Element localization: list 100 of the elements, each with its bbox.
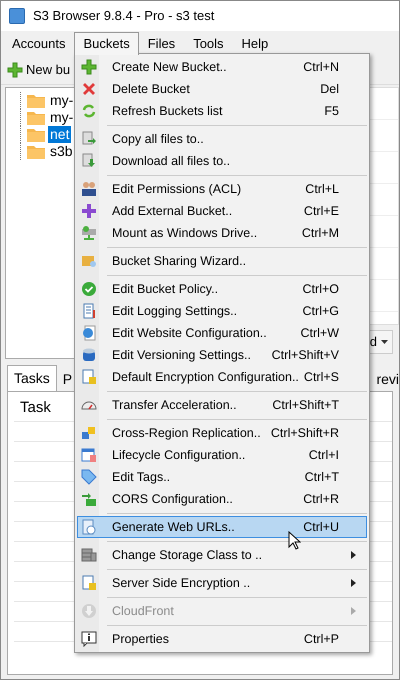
menu-entry[interactable]: Edit Website Configuration.. Ctrl+W xyxy=(77,322,367,344)
database-icon xyxy=(81,347,97,363)
shortcut-label: Ctrl+O xyxy=(302,280,339,298)
plus-icon xyxy=(81,203,97,219)
check-icon xyxy=(81,281,97,297)
menu-label: Server Side Encryption .. xyxy=(112,574,250,592)
menu-label: Copy all files to.. xyxy=(112,130,204,148)
download-icon xyxy=(81,603,97,619)
menu-entry[interactable]: Lifecycle Configuration.. Ctrl+I xyxy=(77,444,367,466)
tab[interactable]: Tasks xyxy=(7,365,57,391)
menu-entry[interactable]: Create New Bucket.. Ctrl+N xyxy=(77,56,367,78)
menu-label: CloudFront xyxy=(112,602,174,620)
menu-item[interactable]: Files xyxy=(138,32,184,55)
menu-entry[interactable]: Add External Bucket.. Ctrl+E xyxy=(77,200,367,222)
shortcut-label: Ctrl+P xyxy=(304,630,339,648)
squares-icon xyxy=(81,425,97,441)
menu-entry[interactable]: Edit Bucket Policy.. Ctrl+O xyxy=(77,278,367,300)
delete-icon xyxy=(81,81,97,97)
copy-icon xyxy=(81,131,97,147)
calendar-icon xyxy=(81,447,97,463)
caret-icon xyxy=(381,340,388,344)
menu-entry[interactable]: Default Encryption Configuration.. Ctrl+S xyxy=(77,366,367,388)
menu-label: Properties xyxy=(112,630,169,648)
tree-item[interactable]: my- xyxy=(48,92,76,109)
stack-icon xyxy=(81,547,97,563)
shortcut-label: Del xyxy=(320,80,339,98)
column-header[interactable]: Task xyxy=(14,397,51,420)
document-icon xyxy=(81,303,97,319)
shortcut-label: Ctrl+R xyxy=(303,490,339,508)
menu-entry[interactable]: Generate Web URLs.. Ctrl+U xyxy=(77,516,367,538)
menu-entry[interactable]: Edit Permissions (ACL) Ctrl+L xyxy=(77,178,367,200)
shortcut-label: Ctrl+N xyxy=(303,58,339,76)
shortcut-label: Ctrl+L xyxy=(305,180,339,198)
menu-entry[interactable]: Transfer Acceleration.. Ctrl+Shift+T xyxy=(77,394,367,416)
folder-icon xyxy=(27,144,45,159)
menu-entry[interactable]: Mount as Windows Drive.. Ctrl+M xyxy=(77,222,367,244)
shortcut-label: Ctrl+W xyxy=(300,324,339,342)
menu-label: Edit Website Configuration.. xyxy=(112,324,267,342)
menu-entry[interactable]: Edit Versioning Settings.. Ctrl+Shift+V xyxy=(77,344,367,366)
menu-label: Refresh Buckets list xyxy=(112,102,222,120)
menu-label: Generate Web URLs.. xyxy=(112,518,235,536)
menu-entry[interactable]: Server Side Encryption .. xyxy=(77,572,367,594)
info-icon xyxy=(81,631,97,647)
menu-label: Delete Bucket xyxy=(112,80,190,98)
new-bucket-button[interactable]: New bu xyxy=(5,60,72,80)
menu-label: Cross-Region Replication.. xyxy=(112,424,261,442)
submenu-arrow-icon xyxy=(351,579,356,587)
menu-item[interactable]: Accounts xyxy=(3,32,74,55)
menu-entry[interactable]: Cross-Region Replication.. Ctrl+Shift+R xyxy=(77,422,367,444)
menu-label: Add External Bucket.. xyxy=(112,202,232,220)
shortcut-label: Ctrl+Shift+V xyxy=(272,346,339,364)
tree-item[interactable]: net xyxy=(48,126,72,143)
menu-label: Lifecycle Configuration.. xyxy=(112,446,246,464)
shortcut-label: Ctrl+S xyxy=(304,368,339,386)
users-icon xyxy=(81,181,97,197)
plus-icon xyxy=(7,62,23,78)
menu-label: Edit Permissions (ACL) xyxy=(112,180,242,198)
folder-icon xyxy=(27,93,45,108)
plus-icon xyxy=(81,59,97,75)
shortcut-label: Ctrl+E xyxy=(304,202,339,220)
menu-label: Edit Tags.. xyxy=(112,468,170,486)
shortcut-label: Ctrl+Shift+T xyxy=(272,396,339,414)
folder-icon xyxy=(27,110,45,125)
menu-item[interactable]: Help xyxy=(232,32,278,55)
menu-label: Transfer Acceleration.. xyxy=(112,396,237,414)
menu-label: Mount as Windows Drive.. xyxy=(112,224,258,242)
menu-label: Create New Bucket.. xyxy=(112,58,227,76)
menu-entry[interactable]: Bucket Sharing Wizard.. xyxy=(77,250,367,272)
menu-label: Default Encryption Configuration.. xyxy=(112,368,299,386)
menu-entry[interactable]: Edit Tags.. Ctrl+T xyxy=(77,466,367,488)
menu-item[interactable]: Tools xyxy=(184,32,233,55)
menu-label: CORS Configuration.. xyxy=(112,490,233,508)
folder-icon xyxy=(27,127,45,142)
download-icon xyxy=(81,153,97,169)
app-icon xyxy=(9,8,25,24)
box-icon xyxy=(81,253,97,269)
menu-label: Change Storage Class to .. xyxy=(112,546,262,564)
menu-entry[interactable]: CORS Configuration.. Ctrl+R xyxy=(77,488,367,510)
submenu-arrow-icon xyxy=(351,551,356,559)
menu-label: Download all files to.. xyxy=(112,152,230,170)
menu-label: Edit Bucket Policy.. xyxy=(112,280,218,298)
shortcut-label: F5 xyxy=(324,102,339,120)
refresh-icon xyxy=(81,103,97,119)
tree-item[interactable]: my- xyxy=(48,109,76,126)
menu-entry[interactable]: Refresh Buckets list F5 xyxy=(77,100,367,122)
menu-entry[interactable]: Download all files to.. xyxy=(77,150,367,172)
menu-entry[interactable]: Edit Logging Settings.. Ctrl+G xyxy=(77,300,367,322)
menu-entry[interactable]: Delete Bucket Del xyxy=(77,78,367,100)
tree-item[interactable]: s3b xyxy=(48,143,75,160)
menu-label: Edit Versioning Settings.. xyxy=(112,346,251,364)
cursor-icon xyxy=(288,531,301,551)
menu-label: Edit Logging Settings.. xyxy=(112,302,238,320)
shortcut-label: Ctrl+T xyxy=(304,468,339,486)
tag-icon xyxy=(81,469,97,485)
menu-item[interactable]: Buckets xyxy=(74,32,139,55)
menu-entry[interactable]: Properties Ctrl+P xyxy=(77,628,367,650)
window-title: S3 Browser 9.8.4 - Pro - s3 test xyxy=(33,7,214,26)
shortcut-label: Ctrl+I xyxy=(308,446,339,464)
menu-entry[interactable]: Change Storage Class to .. xyxy=(77,544,367,566)
menu-entry[interactable]: Copy all files to.. xyxy=(77,128,367,150)
